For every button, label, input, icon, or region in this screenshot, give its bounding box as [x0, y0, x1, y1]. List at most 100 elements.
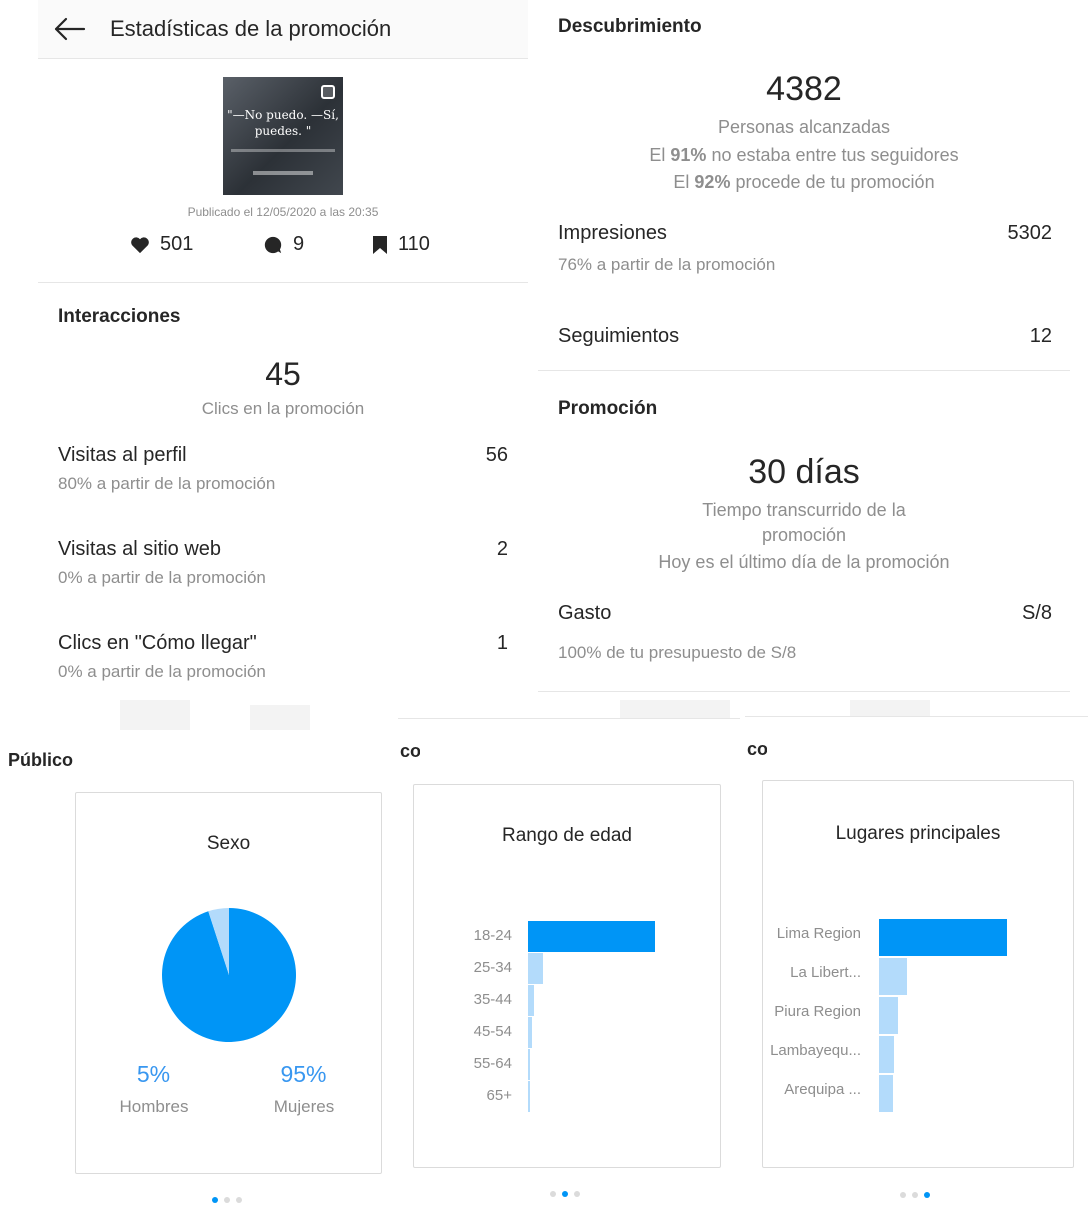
clicks-label: Clics en la promoción — [201, 399, 365, 418]
published-date: Publicado el 12/05/2020 a las 20:35 — [187, 205, 379, 219]
pager-dot[interactable] — [550, 1191, 556, 1197]
bar-label: 25-34 — [473, 959, 512, 976]
spend-value: S/8 — [1021, 602, 1052, 624]
bar — [528, 1049, 530, 1080]
bar-label: Arequipa ... — [784, 1081, 861, 1098]
background-watermark — [120, 700, 190, 730]
from-promotion-line: El 92% procede de tu promoción — [538, 172, 1070, 193]
bar-label: 35-44 — [473, 991, 512, 1008]
pager-dots — [212, 1197, 242, 1203]
bar — [528, 1081, 530, 1112]
pager-dot-active[interactable] — [562, 1191, 568, 1197]
saves-stat: 110 — [372, 233, 430, 256]
gender-pie-chart — [162, 908, 296, 1042]
post-logo-mark — [253, 171, 313, 175]
pager-dot[interactable] — [224, 1197, 230, 1203]
women-pct: 95% — [280, 1061, 327, 1087]
from-promotion-pct: 92% — [694, 172, 731, 192]
reach-label: Personas alcanzadas — [717, 117, 891, 137]
pager-dot[interactable] — [912, 1192, 918, 1198]
places-bar-chart: Lima Region La Libert... Piura Region Lamba… — [763, 781, 1073, 1167]
reach-count: 4382 — [766, 70, 842, 108]
discovery-title: Descubrimiento — [558, 16, 702, 37]
age-bar-chart: 18-24 25-34 35-44 45-54 55-64 65+ — [414, 785, 720, 1167]
non-followers-line: El 91% no estaba entre tus seguidores — [538, 145, 1070, 166]
impressions-sub: 76% a partir de la promoción — [558, 255, 776, 274]
website-visits-sub: 0% a partir de la promoción — [58, 568, 266, 587]
interactions-title: Interacciones — [58, 306, 181, 327]
bar-label: Lima Region — [776, 925, 861, 942]
likes-count: 501 — [160, 233, 194, 255]
bookmark-icon — [373, 235, 387, 254]
post-quote-text: "—No puedo. —Sí, puedes. " — [227, 108, 339, 138]
comments-count: 9 — [293, 233, 305, 255]
bar — [879, 1036, 895, 1073]
bar — [528, 1017, 532, 1048]
comment-icon — [264, 236, 282, 253]
divider — [538, 370, 1070, 371]
bar — [528, 985, 535, 1016]
pager-dot-active[interactable] — [924, 1192, 930, 1198]
non-followers-suffix: no estaba entre tus seguidores — [706, 145, 959, 165]
pager-dot-active[interactable] — [212, 1197, 218, 1203]
divider — [538, 691, 1070, 692]
audience-title: Público — [8, 750, 74, 770]
bar — [879, 958, 908, 995]
bar — [879, 1075, 894, 1112]
gender-card[interactable]: Sexo 5% Hombres 95% Mujeres — [75, 792, 382, 1174]
non-followers-prefix: El — [649, 145, 671, 165]
bar-label: 55-64 — [473, 1055, 512, 1072]
follows-label: Seguimientos — [558, 325, 680, 347]
background-watermark — [620, 700, 730, 720]
impressions-value: 5302 — [1007, 222, 1053, 244]
website-visits-value: 2 — [496, 538, 508, 560]
bar-label: 18-24 — [473, 927, 512, 944]
post-caption-line — [231, 149, 335, 152]
promotion-title: Promoción — [558, 398, 658, 419]
bar-label: Piura Region — [774, 1003, 861, 1020]
interactions-panel: Estadísticas de la promoción "—No puedo.… — [38, 0, 528, 700]
pager-dot[interactable] — [574, 1191, 580, 1197]
discovery-panel: Descubrimiento 4382 Personas alcanzadas … — [538, 0, 1070, 692]
directions-clicks-value: 1 — [496, 632, 508, 654]
non-followers-pct: 91% — [670, 145, 707, 165]
bar-label: La Libert... — [790, 964, 861, 981]
audience-title-fragment: co — [400, 741, 420, 761]
bar-label: 65+ — [486, 1087, 512, 1104]
bar — [528, 953, 544, 984]
directions-clicks-sub: 0% a partir de la promoción — [58, 662, 266, 681]
page-title: Estadísticas de la promoción — [110, 16, 392, 41]
bar — [879, 997, 899, 1034]
duration-label-2: promoción — [761, 525, 847, 545]
pager-dot[interactable] — [236, 1197, 242, 1203]
back-arrow-icon[interactable] — [52, 14, 86, 44]
bar — [528, 921, 655, 952]
pager-dots — [550, 1191, 580, 1197]
heart-icon — [131, 236, 149, 253]
men-pct: 5% — [136, 1061, 171, 1087]
duration-label-1: Tiempo transcurrido de la — [702, 500, 906, 520]
website-visits-label: Visitas al sitio web — [58, 538, 222, 560]
profile-visits-sub: 80% a partir de la promoción — [58, 474, 276, 493]
follows-value: 12 — [1029, 325, 1052, 347]
pager-dots — [900, 1192, 930, 1198]
places-card[interactable]: Lugares principales Lima Region La Libert… — [762, 780, 1074, 1168]
profile-visits-value: 56 — [485, 444, 508, 466]
divider — [38, 282, 528, 283]
app-header: Estadísticas de la promoción — [38, 0, 528, 59]
from-promotion-prefix: El — [673, 172, 695, 192]
age-card[interactable]: Rango de edad 18-24 25-34 35-44 45-54 55-64 6… — [413, 784, 721, 1168]
bar-label: 45-54 — [473, 1023, 512, 1040]
women-label: Mujeres — [273, 1097, 335, 1116]
likes-stat: 501 — [130, 233, 193, 256]
audience-title-fragment: co — [747, 739, 767, 759]
from-promotion-suffix: procede de tu promoción — [730, 172, 935, 192]
gender-card-title: Sexo — [206, 833, 251, 854]
men-label: Hombres — [119, 1097, 189, 1116]
pager-dot[interactable] — [900, 1192, 906, 1198]
profile-visits-label: Visitas al perfil — [58, 444, 187, 466]
comments-stat: 9 — [263, 233, 304, 256]
background-watermark — [250, 705, 310, 730]
post-thumbnail[interactable]: "—No puedo. —Sí, puedes. " — [223, 77, 343, 195]
bar — [879, 919, 1007, 956]
